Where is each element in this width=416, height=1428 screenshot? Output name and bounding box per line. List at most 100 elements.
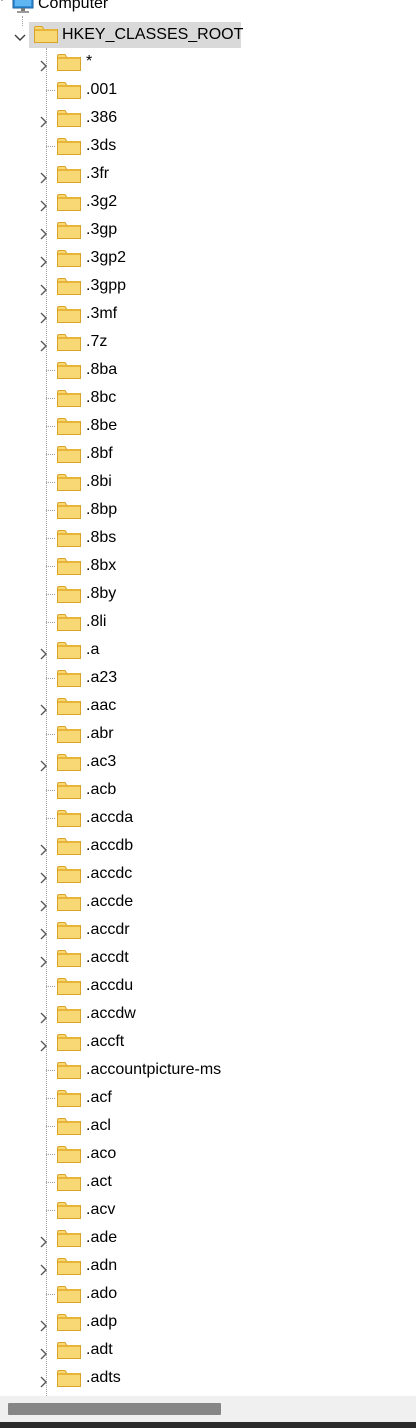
tree-item-label: .acf	[86, 1089, 112, 1106]
folder-icon	[57, 277, 81, 305]
folder-icon	[57, 473, 81, 501]
tree-connector	[46, 90, 55, 91]
chevron-right-icon[interactable]	[37, 223, 51, 240]
tree-item-label: .accda	[86, 809, 134, 826]
chevron-right-icon[interactable]	[37, 895, 51, 912]
tree-item-label: .386	[86, 109, 118, 126]
tree-item-label: .acv	[86, 1201, 116, 1218]
chevron-right-icon[interactable]	[37, 307, 51, 324]
chevron-right-icon[interactable]	[37, 55, 51, 72]
tree-connector	[46, 1126, 55, 1127]
tree-item-label: .3g2	[86, 193, 118, 210]
scrollbar-thumb[interactable]	[8, 1403, 221, 1415]
window-bottom-edge	[0, 1422, 416, 1428]
tree-item-hkey-classes-root[interactable]: HKEY_CLASSES_ROOT	[0, 20, 243, 48]
tree-connector	[46, 1070, 55, 1071]
tree-connector	[46, 986, 55, 987]
chevron-right-icon[interactable]	[37, 335, 51, 352]
chevron-right-icon[interactable]	[37, 867, 51, 884]
chevron-down-icon[interactable]	[0, 0, 12, 16]
folder-icon	[57, 613, 81, 641]
tree-connector	[46, 1294, 55, 1295]
chevron-right-icon[interactable]	[37, 1231, 51, 1248]
folder-icon	[57, 333, 81, 361]
chevron-right-icon[interactable]	[37, 1343, 51, 1360]
chevron-right-icon[interactable]	[37, 195, 51, 212]
tree-item-label: .abr	[86, 725, 114, 742]
folder-icon	[57, 1005, 81, 1033]
tree-item-label: .8be	[86, 417, 118, 434]
chevron-right-icon[interactable]	[37, 1371, 51, 1388]
chevron-right-icon[interactable]	[37, 839, 51, 856]
folder-icon	[57, 1173, 81, 1201]
folder-icon	[57, 361, 81, 389]
tree-connector	[46, 1098, 55, 1099]
tree-item-label: .8bf	[86, 445, 113, 462]
tree-connector	[46, 482, 55, 483]
tree-item-label: .adts	[86, 1369, 121, 1386]
tree-connector	[46, 1154, 55, 1155]
chevron-right-icon[interactable]	[37, 643, 51, 660]
tree-connector	[46, 510, 55, 511]
tree-item-label: .8bx	[86, 557, 117, 574]
tree-item-label: .accdc	[86, 865, 133, 882]
chevron-right-icon[interactable]	[37, 1315, 51, 1332]
folder-icon	[57, 725, 81, 753]
tree-item-label: Computer	[38, 0, 109, 12]
tree-item-label: *	[86, 53, 93, 70]
chevron-right-icon[interactable]	[37, 951, 51, 968]
tree-connector	[46, 454, 55, 455]
tree-item-label: .3mf	[86, 305, 118, 322]
tree-item-label: .3gpp	[86, 277, 127, 294]
folder-icon	[57, 445, 81, 473]
chevron-right-icon[interactable]	[37, 755, 51, 772]
horizontal-scrollbar[interactable]	[0, 1396, 416, 1428]
tree-item-label: .acb	[86, 781, 117, 798]
tree-item-label: .3gp2	[86, 249, 127, 266]
tree-item-label: .act	[86, 1173, 112, 1190]
tree-connector	[46, 398, 55, 399]
folder-icon	[57, 977, 81, 1005]
tree-item-label: .ac3	[86, 753, 117, 770]
tree-item-label: .accountpicture-ms	[86, 1061, 222, 1078]
folder-icon	[57, 193, 81, 221]
folder-icon	[57, 1257, 81, 1285]
chevron-right-icon[interactable]	[37, 167, 51, 184]
tree-item-label: .3ds	[86, 137, 117, 154]
folder-icon	[57, 1341, 81, 1369]
tree-item-label: .8bc	[86, 389, 117, 406]
folder-icon	[57, 1369, 81, 1396]
tree-item-label: .accft	[86, 1033, 125, 1050]
folder-icon	[57, 585, 81, 613]
folder-icon	[57, 501, 81, 529]
tree-item-label: .aco	[86, 1145, 117, 1162]
folder-icon	[57, 165, 81, 193]
chevron-right-icon[interactable]	[37, 1035, 51, 1052]
chevron-right-icon[interactable]	[37, 1007, 51, 1024]
tree-connector	[46, 622, 55, 623]
folder-icon	[57, 389, 81, 417]
folder-icon	[57, 1117, 81, 1145]
tree-item-label: .ado	[86, 1285, 118, 1302]
tree-connector	[46, 370, 55, 371]
folder-icon	[57, 1061, 81, 1089]
chevron-right-icon[interactable]	[37, 1259, 51, 1276]
tree-item-label: .aac	[86, 697, 117, 714]
folder-icon	[57, 1313, 81, 1341]
chevron-right-icon[interactable]	[37, 923, 51, 940]
chevron-right-icon[interactable]	[37, 251, 51, 268]
folder-icon	[57, 1285, 81, 1313]
tree-item-label: .ade	[86, 1229, 118, 1246]
tree-connector	[46, 146, 55, 147]
tree-item-label: .8li	[86, 613, 107, 630]
tree-item-label: .8by	[86, 585, 117, 602]
chevron-right-icon[interactable]	[37, 111, 51, 128]
chevron-down-icon[interactable]	[13, 27, 27, 41]
folder-icon	[57, 221, 81, 249]
chevron-right-icon[interactable]	[37, 279, 51, 296]
folder-icon	[57, 1201, 81, 1229]
tree-item-label: .8bs	[86, 529, 117, 546]
chevron-right-icon[interactable]	[37, 699, 51, 716]
tree-item-label: .accdt	[86, 949, 129, 966]
folder-icon	[57, 809, 81, 837]
